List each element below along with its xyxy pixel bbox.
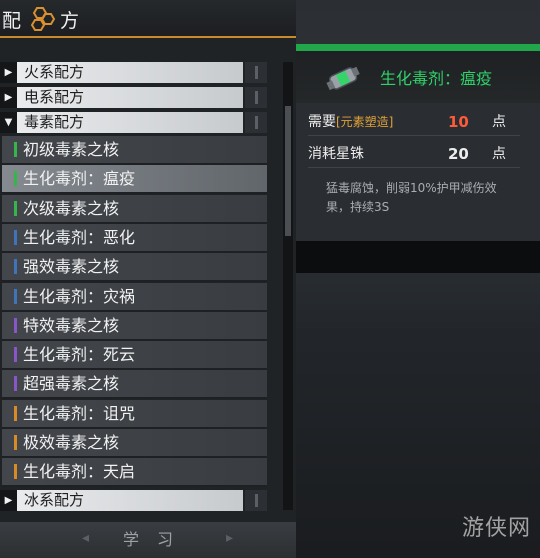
recipe-item[interactable]: 生化毒剂：死云 — [2, 341, 267, 371]
panel-title-part1: 配 — [2, 10, 22, 32]
detail-description: 猛毒腐蚀，削弱10%护甲减伤效果，持续3S — [326, 181, 497, 214]
detail-item-name: 生化毒剂：瘟疫 — [380, 69, 493, 88]
category-end-cap — [245, 87, 267, 108]
detail-footer — [296, 241, 540, 273]
rarity-bar — [14, 405, 17, 421]
learn-button[interactable]: 学习 — [82, 526, 232, 554]
category-header[interactable]: ▶ 电系配方 — [0, 87, 243, 108]
recipe-item[interactable]: 超强毒素之核 — [2, 370, 267, 400]
rarity-bar — [14, 171, 17, 187]
rarity-bar — [14, 259, 17, 275]
recipe-item[interactable]: 生化毒剂：天启 — [2, 458, 267, 488]
panel-header: 配 方 — [0, 0, 296, 38]
requirement-skill-tag: [元素塑造] — [336, 115, 394, 129]
rarity-bar — [14, 347, 17, 363]
rarity-bar — [14, 435, 17, 450]
cost-unit: 点 — [492, 146, 506, 162]
recipe-item-label: 特效毒素之核 — [23, 315, 120, 335]
learn-right-arrow-icon: ▸ — [226, 530, 234, 546]
rarity-bar — [14, 288, 17, 304]
detail-accent-bar — [296, 44, 540, 51]
recipe-item-label: 生化毒剂：天启 — [23, 462, 136, 482]
cost-label: 消耗星铢 — [308, 146, 364, 162]
learn-bar: ◂ 学习 ▸ — [0, 522, 296, 558]
rarity-bar — [14, 376, 17, 392]
rarity-bar — [14, 464, 17, 480]
recipe-panel: 配 方 ▶ 火系配方 ▶ 电系配方 ▼ 毒素配方 ▶ 冰系配方 初级毒素之核 生化毒剂：瘟疫 次级毒… — [0, 0, 296, 522]
category-header[interactable]: ▼ 毒素配方 — [0, 112, 243, 133]
category-label: 冰系配方 — [24, 491, 85, 509]
rarity-bar — [14, 317, 17, 333]
recipe-item[interactable]: 初级毒素之核 — [2, 136, 267, 165]
hexagon-recipe-icon — [30, 7, 56, 31]
recipe-item[interactable]: 次级毒素之核 — [2, 194, 267, 224]
triangle-right-icon[interactable]: ▶ — [0, 490, 17, 511]
detail-titlebar: 生化毒剂：瘟疫 — [296, 51, 540, 103]
watermark-logo: 游侠网 — [462, 516, 532, 541]
triangle-right-icon[interactable]: ▶ — [0, 62, 17, 83]
category-label: 电系配方 — [24, 88, 85, 106]
recipe-item[interactable]: 生化毒剂：瘟疫 — [2, 165, 267, 195]
recipe-item-label: 次级毒素之核 — [23, 198, 120, 218]
cost-row: 消耗星铢 20 点 — [308, 141, 520, 168]
requirement-label: 需要 — [308, 114, 336, 130]
recipe-scrollbar[interactable] — [283, 62, 293, 510]
category-label: 火系配方 — [24, 63, 85, 81]
triangle-down-icon[interactable]: ▼ — [0, 112, 17, 133]
recipe-item[interactable]: 极效毒素之核 — [2, 429, 267, 458]
recipe-detail-panel: 生化毒剂：瘟疫 需要[元素塑造] 10 点 消耗星铢 20 点 猛毒腐蚀，削弱1… — [296, 51, 540, 241]
category-label: 毒素配方 — [24, 113, 85, 131]
recipe-item-label: 强效毒素之核 — [23, 257, 120, 277]
recipe-item-label: 初级毒素之核 — [23, 140, 120, 159]
recipe-item-label: 生化毒剂：灾祸 — [23, 286, 136, 306]
panel-title-part2: 方 — [60, 10, 80, 32]
rarity-bar — [14, 229, 17, 245]
recipe-item-label: 生化毒剂：死云 — [23, 345, 136, 365]
toxin-canister-icon — [326, 66, 360, 91]
recipe-item[interactable]: 生化毒剂：灾祸 — [2, 282, 267, 312]
recipe-item-label: 生化毒剂：恶化 — [23, 227, 136, 247]
category-header[interactable]: ▶ 冰系配方 — [0, 490, 243, 511]
recipe-item-label: 超强毒素之核 — [23, 374, 120, 394]
recipe-item[interactable]: 特效毒素之核 — [2, 311, 267, 341]
triangle-right-icon[interactable]: ▶ — [0, 87, 17, 108]
category-end-cap — [245, 62, 267, 83]
cost-value: 20 — [448, 145, 469, 163]
recipe-item[interactable]: 生化毒剂：恶化 — [2, 223, 267, 253]
recipe-item[interactable]: 生化毒剂：诅咒 — [2, 399, 267, 429]
recipe-item-label: 极效毒素之核 — [23, 433, 120, 452]
rarity-bar — [14, 142, 17, 157]
category-end-cap — [245, 490, 267, 511]
requirement-value: 10 — [448, 113, 469, 131]
recipe-item[interactable]: 强效毒素之核 — [2, 253, 267, 283]
recipe-item-label: 生化毒剂：瘟疫 — [23, 169, 136, 189]
requirement-unit: 点 — [492, 114, 506, 130]
recipe-item-label: 生化毒剂：诅咒 — [23, 403, 136, 423]
rarity-bar — [14, 200, 17, 216]
category-header[interactable]: ▶ 火系配方 — [0, 62, 243, 83]
requirement-row: 需要[元素塑造] 10 点 — [308, 109, 520, 136]
category-end-cap — [245, 112, 267, 133]
scrollbar-thumb[interactable] — [285, 106, 291, 236]
